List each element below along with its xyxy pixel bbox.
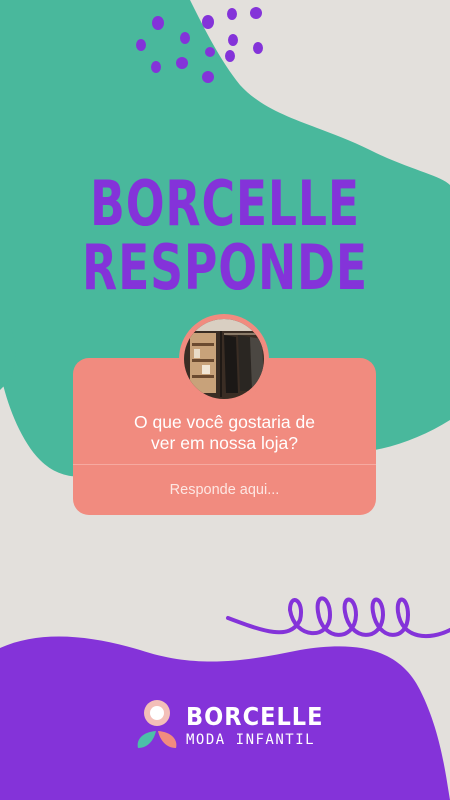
question-text: O que você gostaria de ver em nossa loja? [134,412,315,453]
purple-squiggle [226,596,450,638]
logo-subtitle: MODA INFANTIL [186,732,316,748]
flower-logo-icon [137,700,177,748]
headline: BORCELLE RESPONDE [41,172,410,300]
brand-logo: BORCELLE MODA INFANTIL [134,698,334,758]
card-divider [73,464,376,465]
store-photo [184,319,264,399]
answer-input[interactable]: Responde aqui... [73,482,376,498]
headline-line-1: BORCELLE [90,167,360,240]
logo-brand-name: BORCELLE [186,702,324,731]
headline-line-2: RESPONDE [82,231,368,304]
avatar [179,314,269,404]
